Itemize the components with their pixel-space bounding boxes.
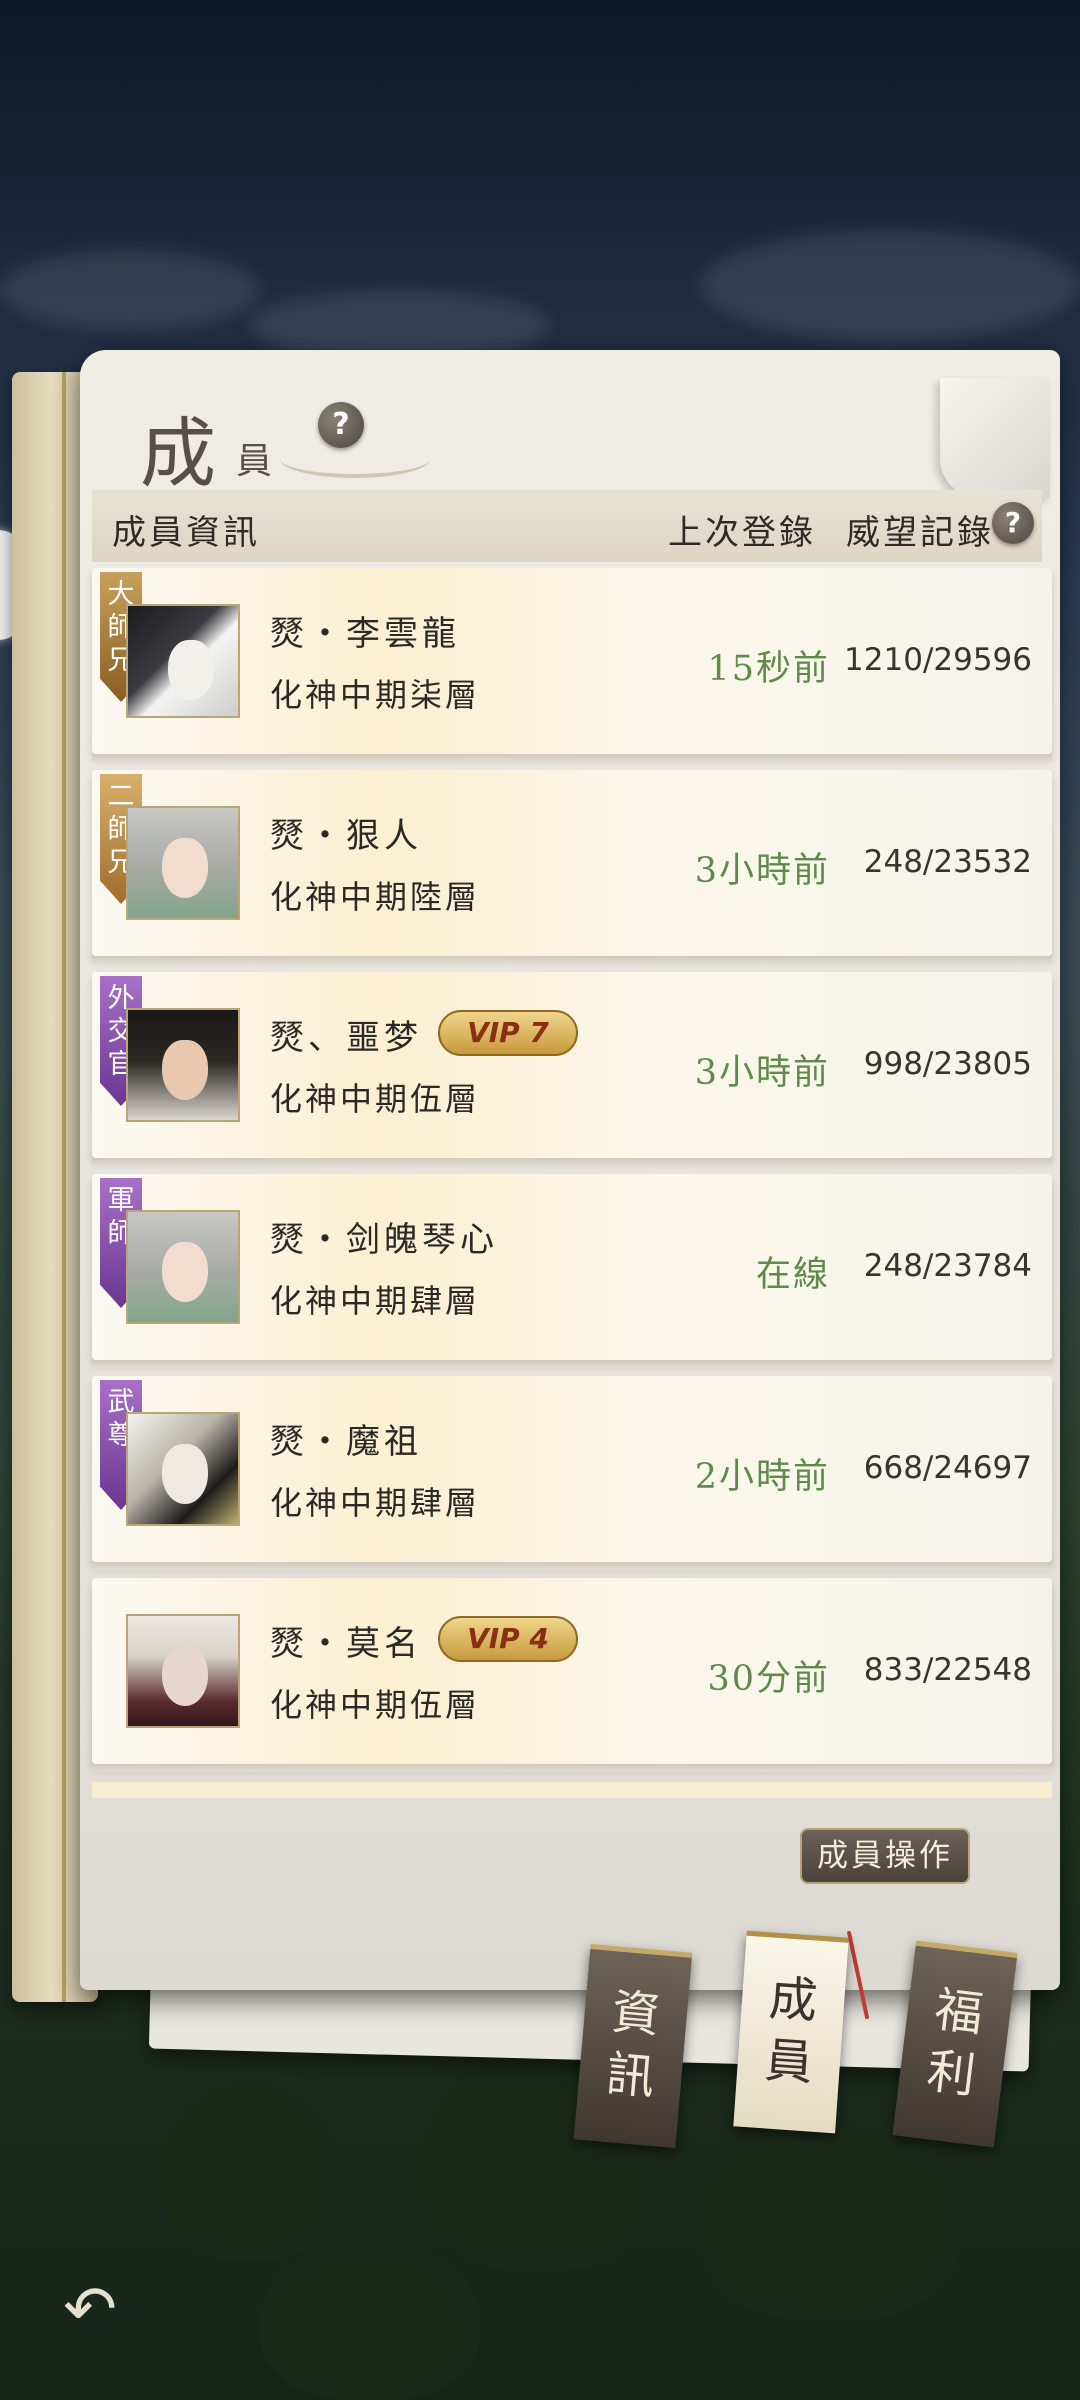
member-row[interactable]: 軍師 燹・剑魄琴心 化神中期肆層 在線 248/23784: [92, 1174, 1052, 1368]
member-level: 化神中期肆層: [270, 1484, 481, 1522]
member-row[interactable]: 武尊 燹・魔祖 化神中期肆層 2小時前 668/24697: [92, 1376, 1052, 1570]
member-last-login: 15秒前: [707, 649, 830, 689]
title-cloud-ornament: [280, 440, 430, 478]
vip-badge: VIP 4: [438, 1616, 578, 1662]
next-row-edge: [92, 1782, 1052, 1798]
member-last-login: 3小時前: [694, 1053, 830, 1093]
member-last-login: 2小時前: [694, 1457, 830, 1497]
member-prestige: 248/23784: [863, 1248, 1032, 1284]
member-name: 燹、噩梦: [270, 1018, 422, 1058]
member-row[interactable]: 外交官 燹、噩梦 VIP 7 化神中期伍層 3小時前 998/23805: [92, 972, 1052, 1166]
tab-info[interactable]: 資 訊: [573, 1943, 693, 2149]
sky-cloud: [700, 230, 1080, 340]
back-arrow-icon[interactable]: ↶: [50, 2270, 130, 2350]
tab-members[interactable]: 成 員: [733, 1930, 849, 2134]
member-row[interactable]: 大師兄 燹・李雲龍 化神中期柒層 15秒前 1210/29596: [92, 568, 1052, 762]
member-name: 燹・魔祖: [270, 1422, 422, 1462]
background-tree: [700, 2120, 960, 2320]
panel-title: 成: [140, 409, 218, 498]
panel-title-suffix: 員: [236, 441, 273, 482]
prestige-help-icon[interactable]: ?: [992, 502, 1034, 544]
member-level: 化神中期柒層: [270, 676, 481, 714]
member-prestige: 998/23805: [863, 1046, 1032, 1082]
member-last-login: 3小時前: [694, 851, 830, 891]
member-row[interactable]: 燹・莫名 VIP 4 化神中期伍層 30分前 833/22548: [92, 1578, 1052, 1772]
background-tree: [260, 2240, 480, 2400]
vip-badge: VIP 7: [438, 1010, 578, 1056]
member-level: 化神中期伍層: [270, 1080, 481, 1118]
book-spine: [62, 372, 66, 2002]
member-prestige: 833/22548: [863, 1652, 1032, 1688]
member-row[interactable]: 二師兄 燹・狠人 化神中期陸層 3小時前 248/23532: [92, 770, 1052, 964]
member-avatar[interactable]: [126, 604, 240, 718]
member-avatar[interactable]: [126, 1008, 240, 1122]
sky-cloud: [0, 250, 260, 330]
member-prestige: 668/24697: [863, 1450, 1032, 1486]
page-corner-fold: [940, 378, 1050, 498]
member-name: 燹・李雲龍: [270, 614, 460, 654]
help-icon[interactable]: ?: [318, 402, 364, 448]
header-member-info: 成員資訊: [112, 513, 260, 553]
member-prestige: 1210/29596: [844, 642, 1032, 678]
member-operations-button[interactable]: 成員操作: [800, 1828, 970, 1884]
member-avatar[interactable]: [126, 1614, 240, 1728]
member-name: 燹・莫名: [270, 1624, 422, 1664]
member-name: 燹・狠人: [270, 816, 422, 856]
header-last-login: 上次登錄: [668, 513, 816, 553]
member-level: 化神中期陸層: [270, 878, 481, 916]
header-prestige: 威望記錄: [846, 513, 994, 553]
member-avatar[interactable]: [126, 806, 240, 920]
member-prestige: 248/23532: [863, 844, 1032, 880]
member-name: 燹・剑魄琴心: [270, 1220, 498, 1260]
member-last-login: 30分前: [707, 1659, 830, 1699]
member-avatar[interactable]: [126, 1210, 240, 1324]
member-avatar[interactable]: [126, 1412, 240, 1526]
background-tree: [160, 2080, 340, 2260]
member-level: 化神中期肆層: [270, 1282, 481, 1320]
member-level: 化神中期伍層: [270, 1686, 481, 1724]
member-last-login: 在線: [755, 1255, 830, 1295]
